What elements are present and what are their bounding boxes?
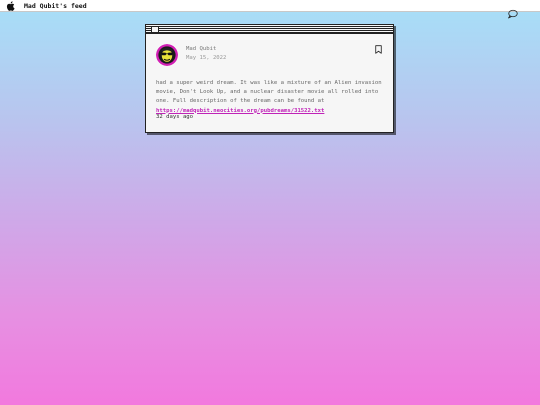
apple-icon[interactable]	[6, 1, 15, 11]
post-author[interactable]: Mad Qubit	[186, 46, 216, 52]
post-window: Mad Qubit May 15, 2022 had a super weird…	[145, 24, 394, 133]
close-box-icon[interactable]	[151, 26, 159, 33]
post-body: had a super weird dream. It was like a m…	[156, 79, 388, 116]
post-relative-time: 32 days ago	[156, 114, 194, 120]
avatar-image	[156, 44, 178, 66]
bookmark-icon[interactable]	[375, 45, 382, 54]
menu-bar: Mad Qubit's feed	[0, 0, 540, 12]
app-title[interactable]: Mad Qubit's feed	[24, 1, 87, 11]
chat-bubble-icon[interactable]	[507, 9, 518, 19]
avatar[interactable]	[156, 44, 178, 66]
post-text: had a super weird dream. It was like a m…	[156, 80, 382, 105]
dream-link[interactable]: https://madqubit.neocities.org/pubdreams…	[156, 108, 324, 114]
window-titlebar[interactable]	[146, 25, 393, 34]
post-date: May 15, 2022	[186, 55, 227, 61]
